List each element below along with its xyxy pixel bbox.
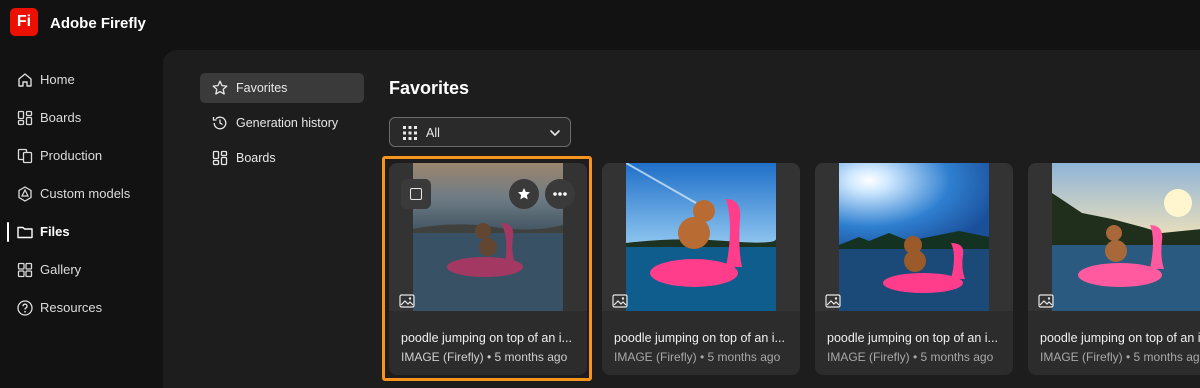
gallery-icon xyxy=(17,262,33,278)
firefly-logo[interactable]: Fi xyxy=(10,8,38,36)
card-meta: IMAGE (Firefly) • 5 months ago xyxy=(1040,350,1200,364)
grid-icon xyxy=(403,126,417,140)
history-icon xyxy=(212,116,227,130)
top-bar: Fi Adobe Firefly xyxy=(0,0,1200,50)
thumbnail xyxy=(815,163,1013,311)
subnav-item-favorites[interactable]: Favorites xyxy=(200,73,364,103)
card-title: poodle jumping on top of an i... xyxy=(827,331,998,345)
boards-icon xyxy=(17,110,33,126)
asset-card[interactable]: poodle jumping on top of an i... IMAGE (… xyxy=(1028,163,1200,375)
page-title: Favorites xyxy=(389,78,470,98)
poodle-image xyxy=(626,163,776,311)
subnav-item-label: Boards xyxy=(236,151,276,165)
sidebar-item-label: Files xyxy=(40,224,70,239)
asset-card[interactable]: poodle jumping on top of an i... IMAGE (… xyxy=(602,163,800,375)
card-title: poodle jumping on top of an i... xyxy=(614,331,785,345)
sidebar-item-label: Custom models xyxy=(40,186,131,201)
custom-models-icon xyxy=(18,186,32,202)
folder-icon xyxy=(17,226,33,239)
sidebar-item-gallery[interactable]: Gallery xyxy=(0,255,160,285)
card-title: poodle jumping on top of an i... xyxy=(1040,331,1200,345)
main-panel: Favorites Generation history Boards Favo… xyxy=(163,50,1200,388)
sidebar-item-label: Resources xyxy=(40,300,103,315)
sidebar-item-label: Home xyxy=(40,72,75,87)
thumbnail xyxy=(602,163,800,311)
sidebar-item-resources[interactable]: Resources xyxy=(0,293,160,323)
poodle-image xyxy=(839,163,989,311)
sidebar-item-custom-models[interactable]: Custom models xyxy=(0,179,160,209)
sidebar-item-boards[interactable]: Boards xyxy=(0,103,160,133)
subnav-item-label: Favorites xyxy=(236,81,288,95)
subnav-item-boards[interactable]: Boards xyxy=(200,143,364,173)
filter-value: All xyxy=(426,126,440,140)
image-type-icon xyxy=(612,294,628,308)
sidebar-item-home[interactable]: Home xyxy=(0,65,160,95)
app-title[interactable]: Adobe Firefly xyxy=(50,15,146,32)
sidebar-item-label: Gallery xyxy=(40,262,82,277)
image-type-icon xyxy=(1038,294,1054,308)
poodle-image xyxy=(1052,163,1200,311)
sidebar-item-files[interactable]: Files xyxy=(0,217,160,247)
boards-icon xyxy=(212,150,228,166)
image-type-icon xyxy=(825,294,841,308)
subnav-item-label: Generation history xyxy=(236,116,339,130)
selection-outline xyxy=(382,156,592,381)
card-meta: IMAGE (Firefly) • 5 months ago xyxy=(827,350,994,364)
active-indicator xyxy=(7,222,9,242)
subnav-item-generation-history[interactable]: Generation history xyxy=(200,108,364,138)
thumbnail xyxy=(1028,163,1200,311)
production-icon xyxy=(17,148,33,164)
sidebar-item-production[interactable]: Production xyxy=(0,141,160,171)
filter-dropdown[interactable]: All xyxy=(389,117,571,147)
asset-card[interactable]: poodle jumping on top of an i... IMAGE (… xyxy=(815,163,1013,375)
card-meta: IMAGE (Firefly) • 5 months ago xyxy=(614,350,781,364)
home-icon xyxy=(18,73,32,87)
star-icon xyxy=(212,80,228,95)
sidebar-item-label: Boards xyxy=(40,110,82,125)
chevron-down-icon xyxy=(550,130,560,136)
help-icon xyxy=(17,300,33,316)
sidebar-item-label: Production xyxy=(40,148,103,163)
